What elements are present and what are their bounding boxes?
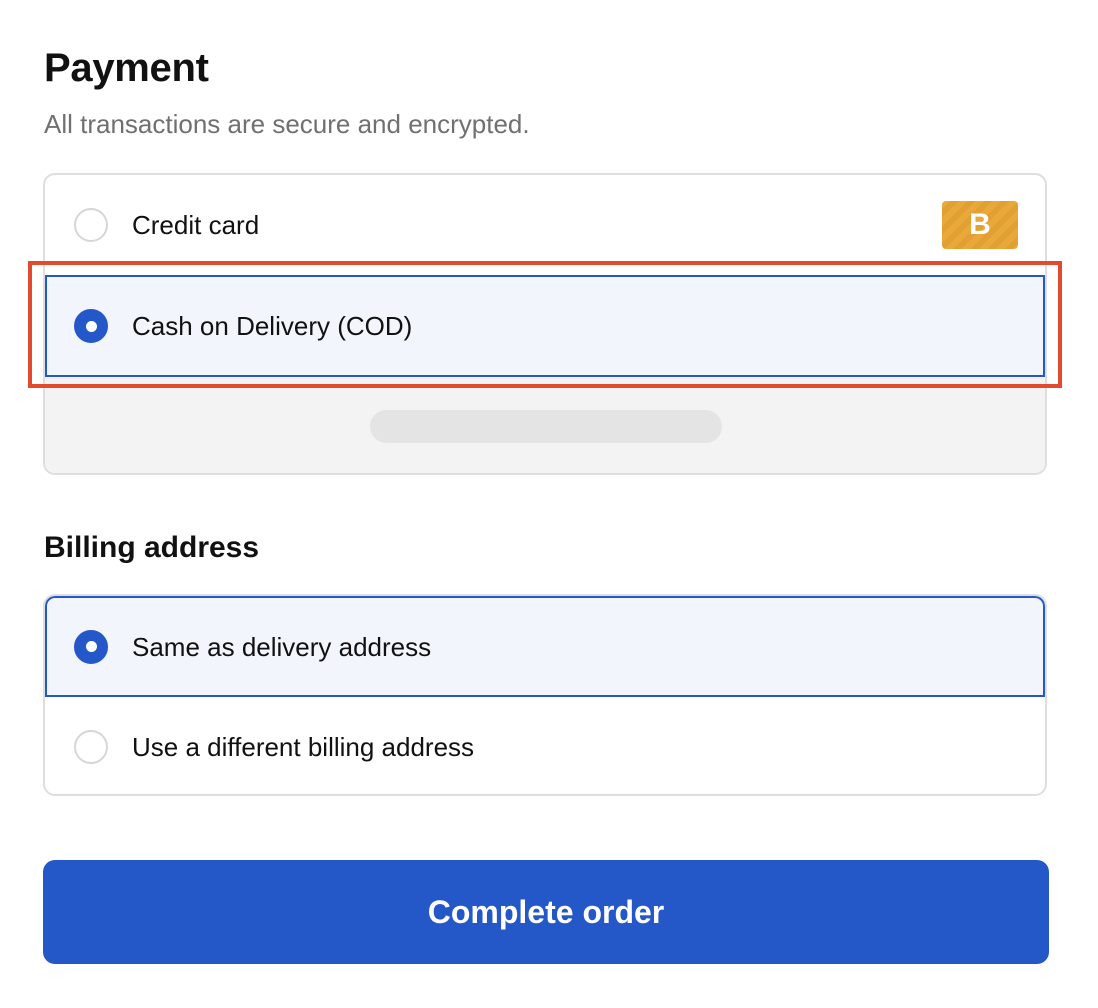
complete-order-button[interactable]: Complete order <box>43 860 1049 964</box>
card-brand-badge: B <box>942 201 1018 249</box>
payment-option-cod[interactable]: Cash on Delivery (COD) <box>45 275 1045 377</box>
billing-option-same[interactable]: Same as delivery address <box>45 596 1045 697</box>
same-address-label: Same as delivery address <box>132 631 432 662</box>
cod-label: Cash on Delivery (COD) <box>132 311 413 341</box>
payment-subtitle: All transactions are secure and encrypte… <box>44 109 530 139</box>
billing-option-different[interactable]: Use a different billing address <box>45 697 1045 794</box>
payment-option-credit-card[interactable]: Credit card B <box>45 175 1045 275</box>
different-address-label: Use a different billing address <box>132 731 475 762</box>
payment-methods-group: Credit card B Cash on Delivery (COD) <box>43 173 1047 475</box>
credit-card-radio[interactable] <box>74 208 108 242</box>
cod-details-panel <box>45 377 1045 473</box>
billing-address-group: Same as delivery address Use a different… <box>43 594 1047 796</box>
billing-title: Billing address <box>44 531 260 564</box>
same-address-radio[interactable] <box>74 629 108 664</box>
different-address-radio[interactable] <box>74 729 108 764</box>
cod-radio[interactable] <box>74 309 108 343</box>
credit-card-label: Credit card <box>132 210 260 240</box>
loading-placeholder <box>370 410 722 443</box>
payment-title: Payment <box>44 46 209 90</box>
